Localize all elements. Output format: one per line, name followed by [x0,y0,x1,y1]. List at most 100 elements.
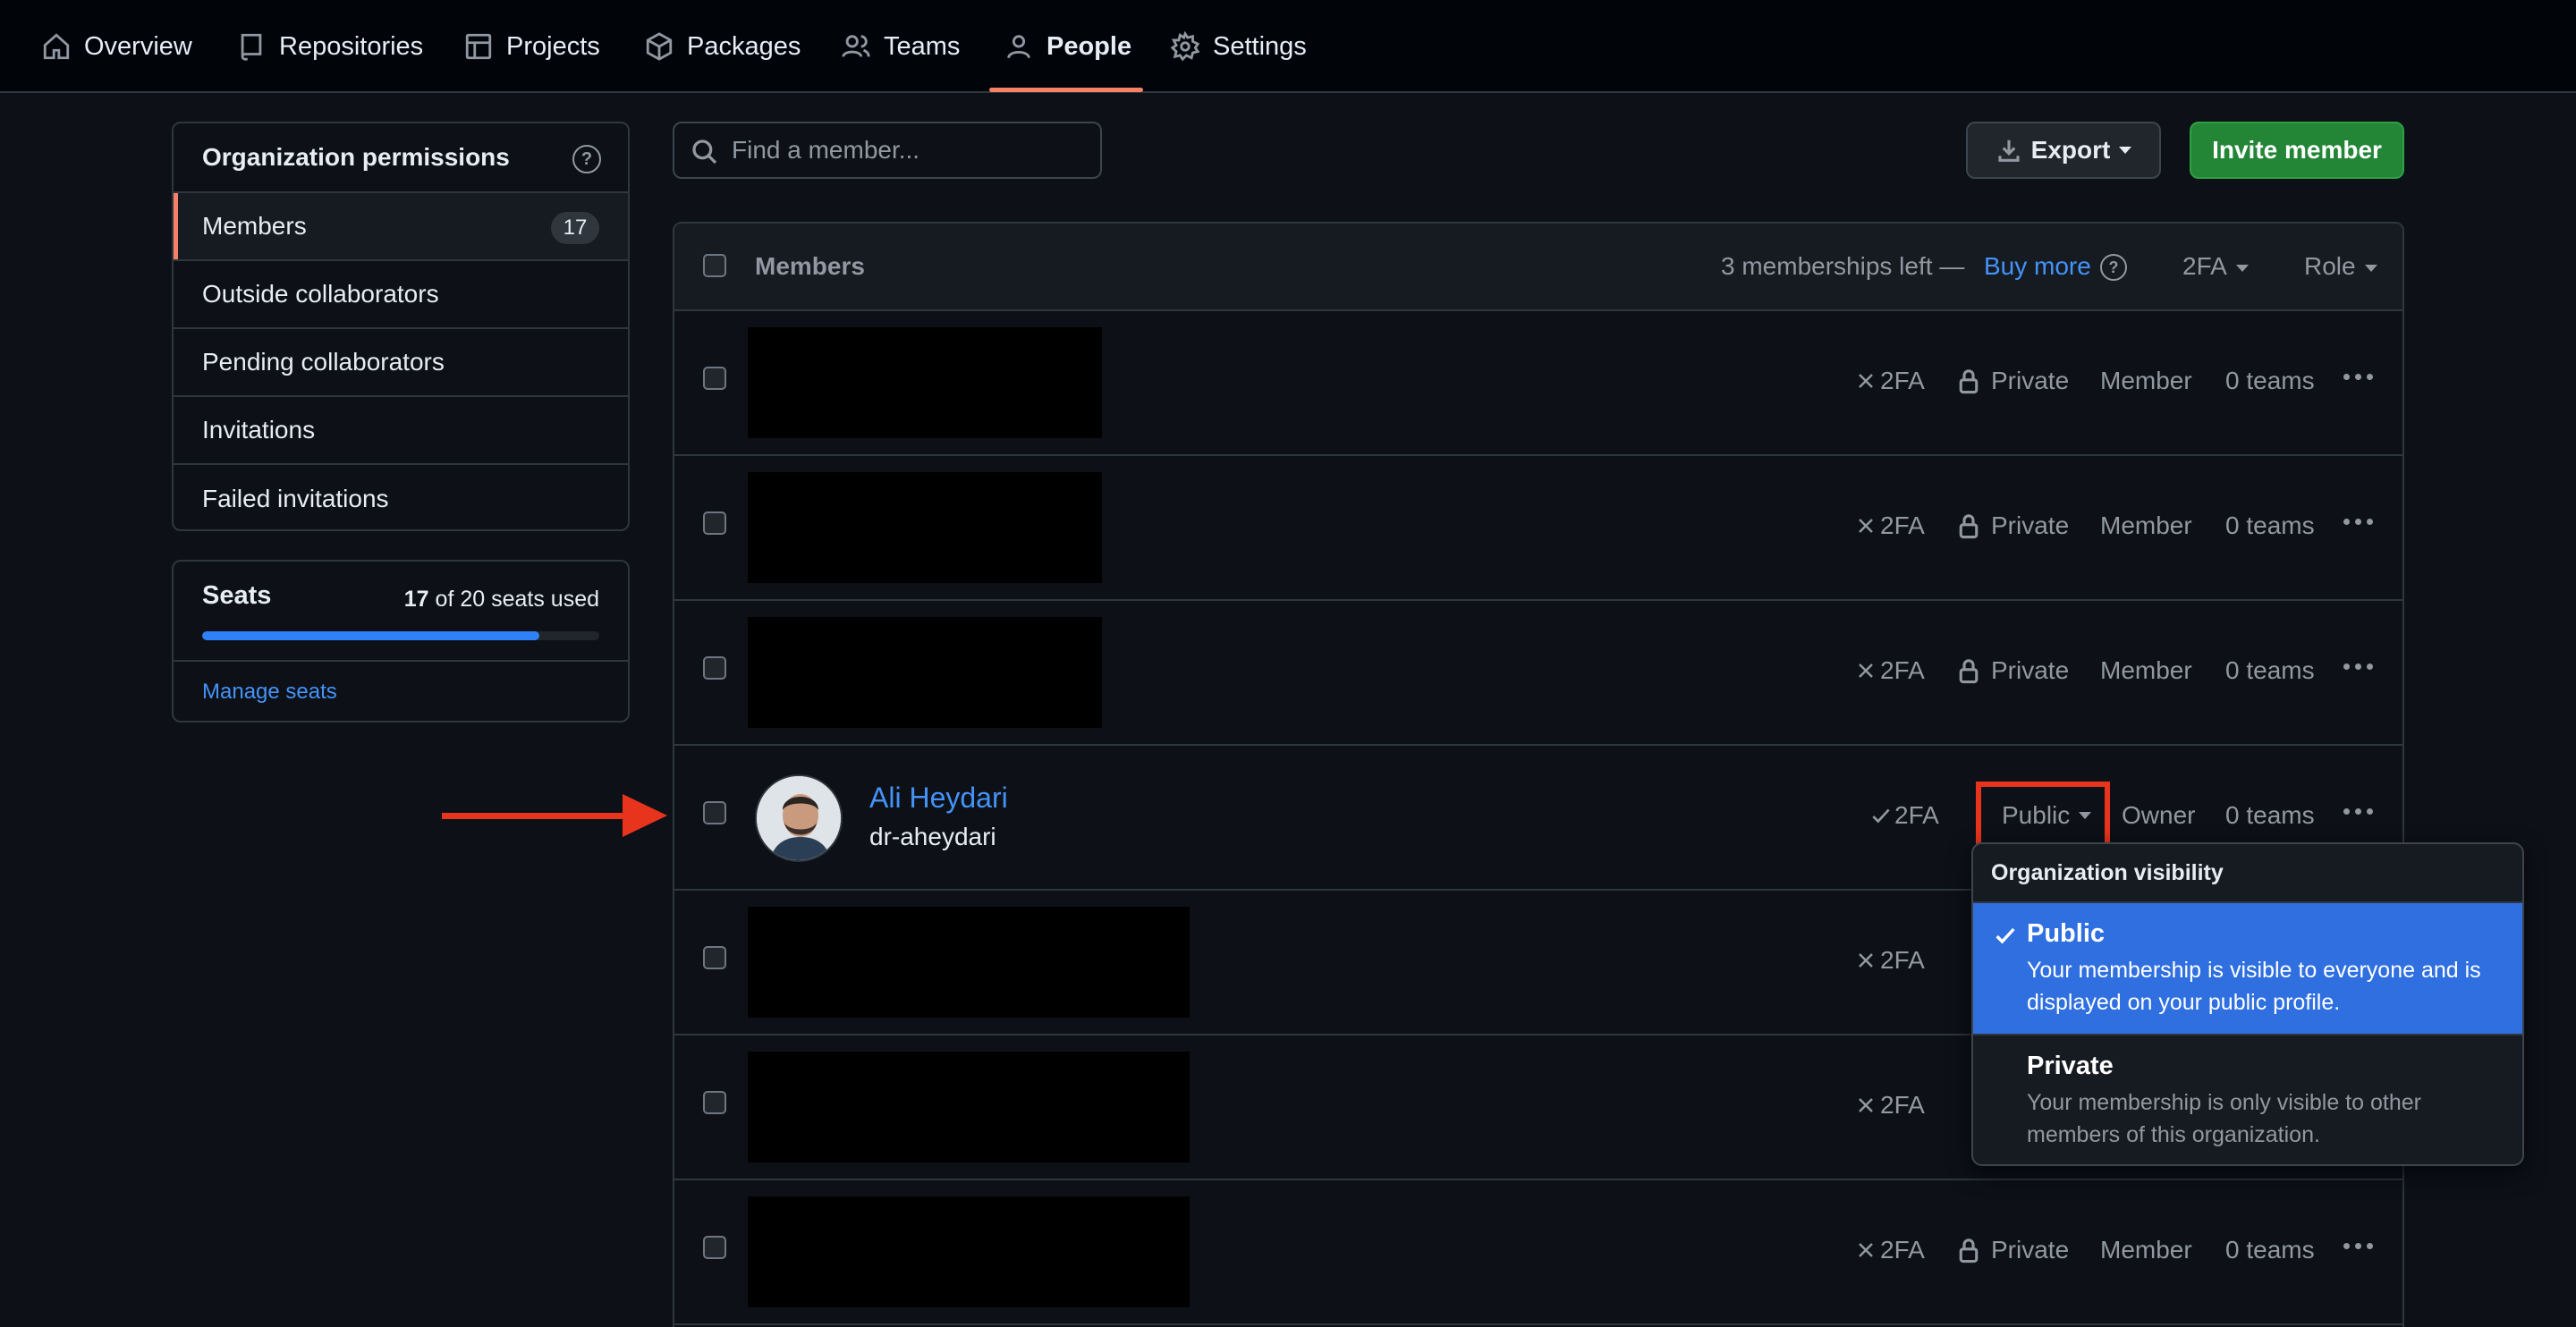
more-actions-icon[interactable] [2343,664,2373,670]
permissions-header: Organization permissions ? [174,123,628,193]
organization-permissions-menu: Organization permissions ? Members 17 Ou… [172,122,630,531]
nav-overview[interactable]: Overview [41,0,192,93]
member-search-input[interactable]: Find a member... [673,122,1102,179]
seats-summary: Seats 17 of 20 seats used [174,562,628,662]
twofa-label: 2FA [1880,367,1925,394]
seats-used-count: 17 [403,587,429,612]
table-row: 2FA Private Member 0 teams [674,311,2402,456]
twofa-filter-dropdown[interactable]: 2FA [2182,252,2249,281]
nav-projects[interactable]: Projects [463,0,600,93]
twofa-status: 2FA [1855,367,1925,395]
table-row: 2FA Private Member 0 teams [674,1180,2402,1325]
buy-more-link[interactable]: Buy more [1984,252,2091,281]
twofa-filter-label: 2FA [2182,252,2227,280]
nav-settings-label: Settings [1213,31,1307,61]
avatar[interactable] [755,774,843,862]
sidebar-item-members[interactable]: Members 17 [174,193,628,261]
nav-settings[interactable]: Settings [1170,0,1307,93]
visibility-status[interactable]: Private [1955,1236,2069,1264]
visibility-option-private[interactable]: Private Your membership is only visible … [1973,1035,2522,1164]
x-icon [1859,664,1873,678]
nav-repositories[interactable]: Repositories [236,0,423,93]
visibility-label: Private [1991,656,2070,684]
teams-count: 0 teams [2225,511,2315,539]
redacted-member [748,327,1102,438]
sidebar-item-failed-invitations[interactable]: Failed invitations [174,465,628,529]
role-label: Member [2100,1236,2192,1264]
visibility-status[interactable]: Private [1955,367,2069,395]
teams-count: 0 teams [2225,1236,2315,1264]
nav-packages[interactable]: Packages [644,0,801,93]
visibility-label: Private [1991,367,2070,394]
row-checkbox[interactable] [703,1236,726,1259]
redacted-member [748,617,1102,728]
seats-progress-fill [202,631,540,640]
nav-projects-label: Projects [506,31,600,61]
more-actions-icon[interactable] [2343,374,2373,380]
row-checkbox[interactable] [703,656,726,680]
more-actions-icon[interactable] [2343,808,2373,815]
export-button[interactable]: Export [1966,122,2161,179]
redacted-member [748,1052,1190,1162]
lock-icon [1959,1238,1979,1264]
row-checkbox[interactable] [703,511,726,535]
more-actions-icon[interactable] [2343,1243,2373,1249]
package-icon [646,32,673,61]
chevron-down-icon [2119,147,2132,154]
twofa-label: 2FA [1880,946,1925,974]
nav-people[interactable]: People [1004,0,1131,93]
visibility-status[interactable]: Private [1955,511,2069,540]
sidebar-item-outside-collaborators[interactable]: Outside collaborators [174,261,628,329]
select-all-checkbox[interactable] [703,254,726,277]
row-checkbox[interactable] [703,946,726,969]
sidebar-item-label: Members [202,212,307,240]
role-filter-dropdown[interactable]: Role [2304,252,2377,281]
row-checkbox[interactable] [703,801,726,824]
person-icon [1007,35,1030,59]
x-icon [1859,953,1873,968]
members-count-badge: 17 [551,212,599,244]
sidebar-item-label: Outside collaborators [202,280,439,308]
invite-member-button[interactable]: Invite member [2190,122,2404,179]
member-login: dr-aheydari [869,823,996,850]
members-column-header: Members [755,252,865,280]
role-label: Owner [2122,801,2196,829]
table-row: 2FA Private Member 0 teams [674,456,2402,601]
nav-repositories-label: Repositories [279,31,424,61]
search-icon [692,139,717,165]
nav-teams[interactable]: Teams [841,0,960,93]
more-actions-icon[interactable] [2343,519,2373,525]
sidebar-item-label: Pending collaborators [202,348,445,376]
member-name-link[interactable]: Ali Heydari [869,782,1008,815]
check-icon [1996,927,2015,944]
visibility-option-public[interactable]: Public Your membership is visible to eve… [1973,903,2522,1035]
sidebar-item-pending-collaborators[interactable]: Pending collaborators [174,329,628,397]
annotation-arrow-shaft [442,813,635,819]
row-checkbox[interactable] [703,1091,726,1114]
option-title: Public [2027,919,2106,948]
invite-member-label: Invite member [2212,136,2382,164]
people-icon [842,35,870,57]
manage-seats-link[interactable]: Manage seats [202,680,337,705]
x-icon [1859,519,1873,533]
repo-icon [241,33,262,61]
visibility-status[interactable]: Private [1955,656,2069,685]
members-table-header: Members 3 memberships left — Buy more ? … [674,224,2402,311]
help-icon[interactable]: ? [2100,254,2127,281]
x-icon [1859,1243,1873,1257]
seats-total-text: of 20 seats used [428,587,599,612]
twofa-label: 2FA [1880,1091,1925,1119]
role-label: Member [2100,367,2192,394]
visibility-menu-title: Organization visibility [1973,844,2522,903]
nav-packages-label: Packages [687,31,801,61]
org-top-nav: Overview Repositories Projects Packages … [0,0,2576,93]
seats-title: Seats [202,581,272,610]
row-checkbox[interactable] [703,367,726,390]
permissions-title: Organization permissions [202,143,510,171]
x-icon [1859,1098,1873,1112]
seats-used-text: 17 of 20 seats used [404,587,599,613]
check-icon [1872,808,1890,824]
twofa-status: 2FA [1855,1236,1925,1264]
sidebar-item-invitations[interactable]: Invitations [174,397,628,465]
help-icon[interactable]: ? [572,145,601,173]
